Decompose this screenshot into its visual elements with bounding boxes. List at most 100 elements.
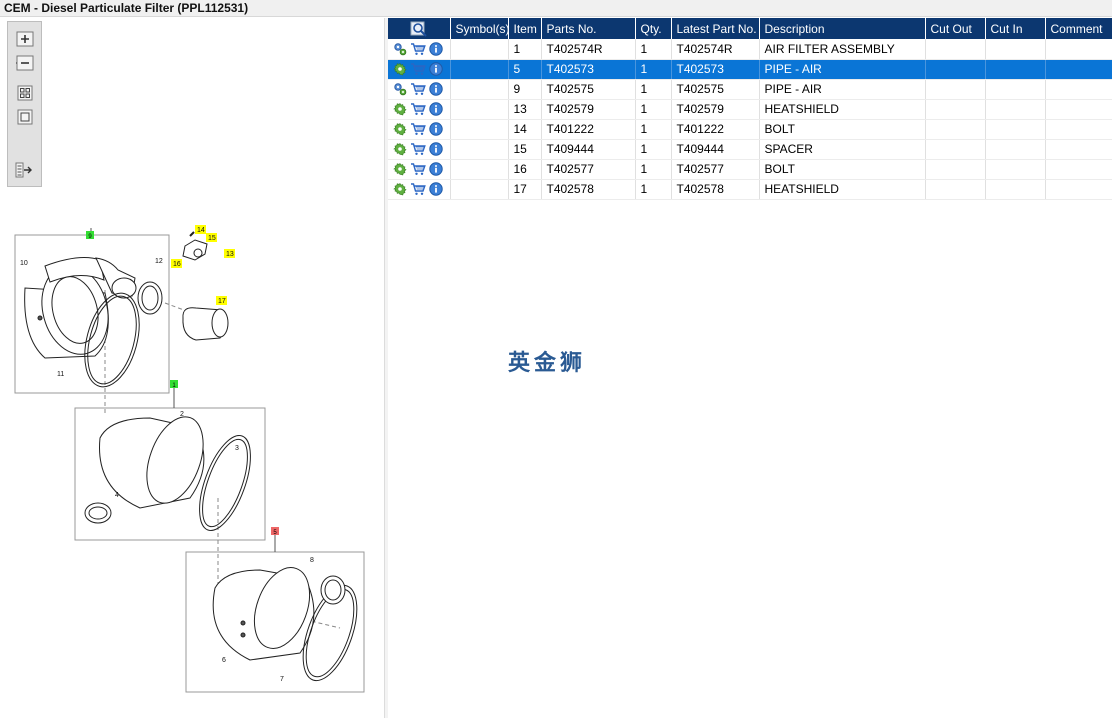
callout-17[interactable]: 17 [218, 298, 226, 305]
callout-6[interactable]: 6 [222, 657, 226, 664]
show-list-button[interactable] [13, 160, 37, 180]
row-cart-button[interactable] [410, 162, 426, 176]
row-info-button[interactable] [429, 82, 443, 96]
row-gear-button[interactable] [393, 142, 407, 156]
row-info-button[interactable] [429, 182, 443, 196]
parts-list-pane: Symbol(s) Item Parts No. Qty. Latest Par… [388, 18, 1112, 718]
row-gear-button[interactable] [393, 62, 407, 76]
table-row[interactable]: 5 T402573 1 T402573 PIPE - AIR [388, 59, 1112, 80]
col-cut-out[interactable]: Cut Out [925, 18, 986, 39]
callout-15[interactable]: 15 [208, 235, 216, 242]
gear-green-icon [393, 63, 407, 76]
row-gear-button[interactable] [393, 102, 407, 116]
fit-all-button[interactable] [13, 83, 37, 103]
row-cart-button[interactable] [410, 102, 426, 116]
row-cart-button[interactable] [410, 142, 426, 156]
zoom-out-button[interactable] [13, 53, 37, 73]
table-row[interactable]: 13 T402579 1 T402579 HEATSHIELD [388, 99, 1112, 120]
cell-description: HEATSHIELD [759, 99, 926, 120]
callout-2[interactable]: 2 [180, 411, 184, 418]
cell-item: 15 [508, 139, 542, 160]
cell-qty: 1 [635, 99, 672, 120]
callout-14[interactable]: 14 [197, 227, 205, 234]
row-info-button[interactable] [429, 122, 443, 136]
cell-cut-in [985, 99, 1046, 120]
cart-icon [411, 163, 426, 175]
col-comment[interactable]: Comment [1045, 18, 1112, 39]
col-cut-in[interactable]: Cut In [985, 18, 1046, 39]
col-symbols[interactable]: Symbol(s) [450, 18, 509, 39]
table-row[interactable]: 14 T401222 1 T401222 BOLT [388, 119, 1112, 140]
fit-all-icon [17, 85, 33, 101]
table-row[interactable]: 17 T402578 1 T402578 HEATSHIELD [388, 179, 1112, 200]
row-cart-button[interactable] [410, 82, 426, 96]
row-cart-button[interactable] [410, 42, 426, 56]
callout-7[interactable]: 7 [280, 676, 284, 683]
table-row[interactable]: 15 T409444 1 T409444 SPACER [388, 139, 1112, 160]
cart-icon [411, 123, 426, 135]
row-info-button[interactable] [429, 142, 443, 156]
diagram-pane[interactable]: 9 1 5 10 12 11 2 3 4 8 6 7 14 15 16 13 1… [0, 18, 384, 718]
cell-cut-out [925, 139, 986, 160]
table-row[interactable]: 16 T402577 1 T402577 BOLT [388, 159, 1112, 180]
watermark: 英金狮 [508, 351, 587, 376]
col-latest-part-no[interactable]: Latest Part No. [671, 18, 760, 39]
col-qty[interactable]: Qty. [635, 18, 672, 39]
row-info-button[interactable] [429, 162, 443, 176]
callout-13[interactable]: 13 [226, 251, 234, 258]
callout-16[interactable]: 16 [173, 261, 181, 268]
row-cart-button[interactable] [410, 122, 426, 136]
cell-comment [1045, 79, 1112, 100]
dpf-body-drawing [84, 416, 251, 531]
callout-11[interactable]: 11 [57, 371, 64, 378]
cell-part-no: T402575 [541, 79, 636, 100]
gears-icon [394, 43, 407, 56]
info-icon [429, 162, 443, 176]
row-gear-button[interactable] [393, 42, 407, 56]
row-cart-button[interactable] [410, 62, 426, 76]
row-info-button[interactable] [429, 42, 443, 56]
list-arrow-icon [15, 162, 32, 178]
cell-part-no: T402574R [541, 39, 636, 60]
header-search[interactable] [388, 18, 451, 39]
cell-cut-out [925, 39, 986, 60]
col-item[interactable]: Item [508, 18, 542, 39]
table-row[interactable]: 1 T402574R 1 T402574R AIR FILTER ASSEMBLY [388, 39, 1112, 60]
cell-description: BOLT [759, 159, 926, 180]
catalyst-drawing [212, 567, 358, 682]
row-gear-button[interactable] [393, 182, 407, 196]
info-icon [429, 122, 443, 136]
callout-3[interactable]: 3 [235, 445, 239, 452]
callout-10[interactable]: 10 [20, 260, 28, 267]
cell-item: 13 [508, 99, 542, 120]
info-icon [429, 142, 443, 156]
cell-symbols [450, 159, 509, 180]
info-icon [429, 182, 443, 196]
callout-4[interactable]: 4 [115, 492, 119, 499]
cell-qty: 1 [635, 179, 672, 200]
callout-12[interactable]: 12 [155, 258, 163, 265]
cell-qty: 1 [635, 119, 672, 140]
row-gear-button[interactable] [393, 82, 407, 96]
col-description[interactable]: Description [759, 18, 926, 39]
fit-window-button[interactable] [13, 107, 37, 127]
zoom-in-button[interactable] [13, 29, 37, 49]
table-row[interactable]: 9 T402575 1 T402575 PIPE - AIR [388, 79, 1112, 100]
row-actions [388, 99, 451, 120]
row-info-button[interactable] [429, 102, 443, 116]
cell-description: BOLT [759, 119, 926, 140]
row-info-button[interactable] [429, 62, 443, 76]
cell-symbols [450, 59, 509, 80]
cell-comment [1045, 39, 1112, 60]
row-gear-button[interactable] [393, 162, 407, 176]
row-cart-button[interactable] [410, 182, 426, 196]
cell-description: HEATSHIELD [759, 179, 926, 200]
callout-8[interactable]: 8 [310, 557, 314, 564]
parts-table: Symbol(s) Item Parts No. Qty. Latest Par… [388, 18, 1112, 200]
row-gear-button[interactable] [393, 122, 407, 136]
cell-latest-part-no: T402574R [671, 39, 760, 60]
cell-comment [1045, 159, 1112, 180]
cell-item: 1 [508, 39, 542, 60]
col-parts-no[interactable]: Parts No. [541, 18, 636, 39]
exploded-diagram[interactable]: 9 1 5 10 12 11 2 3 4 8 6 7 14 15 16 13 1… [0, 198, 384, 718]
